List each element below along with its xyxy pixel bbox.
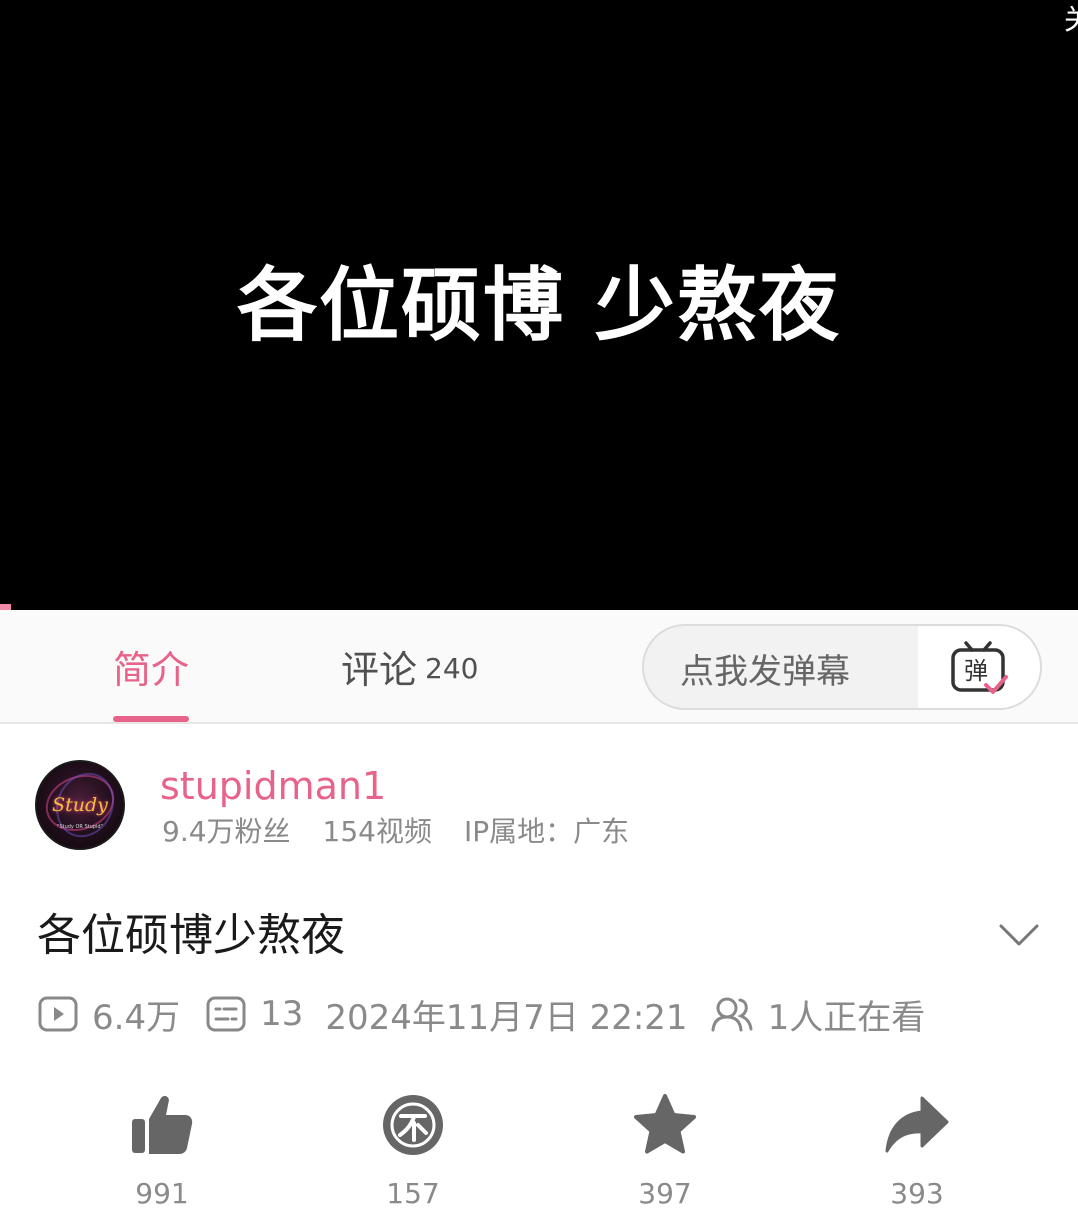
- share-count: 393: [890, 1177, 944, 1210]
- video-meta-row: 6.4万 13 2024年11月7日 22:21 1人正在看: [38, 988, 925, 1040]
- like-button[interactable]: 991: [102, 1090, 222, 1210]
- uploader-avatar[interactable]: Study "Study OR Stupid": [35, 760, 125, 850]
- danmaku-count-value: 13: [260, 994, 304, 1034]
- share-icon: [885, 1096, 949, 1153]
- uploader-stats: 9.4万粉丝 154视频 IP属地：广东: [162, 812, 629, 852]
- tab-intro-label: 简介: [113, 647, 190, 692]
- view-count-value: 6.4万: [92, 997, 181, 1038]
- watching-now: 1人正在看: [710, 990, 926, 1039]
- avatar-logo-subtext: "Study OR Stupid": [57, 824, 103, 830]
- video-title: 各位硕博少熬夜: [37, 910, 345, 961]
- action-bar: 991 157 397 393: [0, 1090, 1078, 1226]
- like-count: 991: [135, 1177, 189, 1210]
- play-icon: [38, 996, 78, 1032]
- danmaku-composer: 点我发弹幕 弹: [642, 624, 1042, 710]
- avatar-logo-text: Study: [52, 794, 108, 816]
- uploader-video-count: 154视频: [322, 815, 432, 848]
- tab-intro[interactable]: 简介: [113, 610, 190, 722]
- star-icon: [634, 1094, 696, 1154]
- player-corner-label[interactable]: 关: [1064, 2, 1078, 38]
- tab-comments-label: 评论: [341, 647, 418, 692]
- coin-icon: [383, 1095, 443, 1155]
- uploader-name[interactable]: stupidman1: [160, 762, 386, 810]
- danmaku-toggle-glyph: 弹: [964, 657, 988, 685]
- tab-comments[interactable]: 评论 240: [341, 610, 478, 722]
- active-tab-indicator: [113, 716, 190, 722]
- danmaku-toggle-button[interactable]: 弹: [918, 626, 1040, 708]
- watching-now-value: 1人正在看: [767, 997, 926, 1038]
- viewers-icon: [711, 997, 753, 1032]
- video-caption: 各位硕博 少熬夜: [237, 259, 841, 352]
- danmaku-count: 13: [206, 994, 303, 1034]
- comments-count: 240: [425, 651, 479, 685]
- uploader-followers: 9.4万粉丝: [162, 815, 291, 848]
- uploader-ip-location: IP属地：广东: [463, 815, 630, 848]
- favorite-button[interactable]: 397: [605, 1090, 725, 1210]
- danmaku-toggle-icon: 弹: [951, 641, 1008, 694]
- danmaku-list-icon: [206, 996, 246, 1032]
- coin-button[interactable]: 157: [353, 1090, 473, 1210]
- coin-count: 157: [386, 1177, 440, 1210]
- publish-time: 2024年11月7日 22:21: [325, 997, 688, 1038]
- share-button[interactable]: 393: [857, 1090, 977, 1210]
- expand-description-button[interactable]: [996, 912, 1042, 958]
- video-player[interactable]: 各位硕博 少熬夜 关: [0, 0, 1078, 610]
- chevron-down-icon: [999, 924, 1039, 946]
- thumbs-up-icon: [132, 1095, 193, 1154]
- tab-bar: 简介 评论 240 点我发弹幕 弹: [0, 610, 1078, 724]
- view-count: 6.4万: [38, 990, 180, 1039]
- danmaku-input[interactable]: 点我发弹幕: [644, 626, 920, 708]
- favorite-count: 397: [638, 1177, 692, 1210]
